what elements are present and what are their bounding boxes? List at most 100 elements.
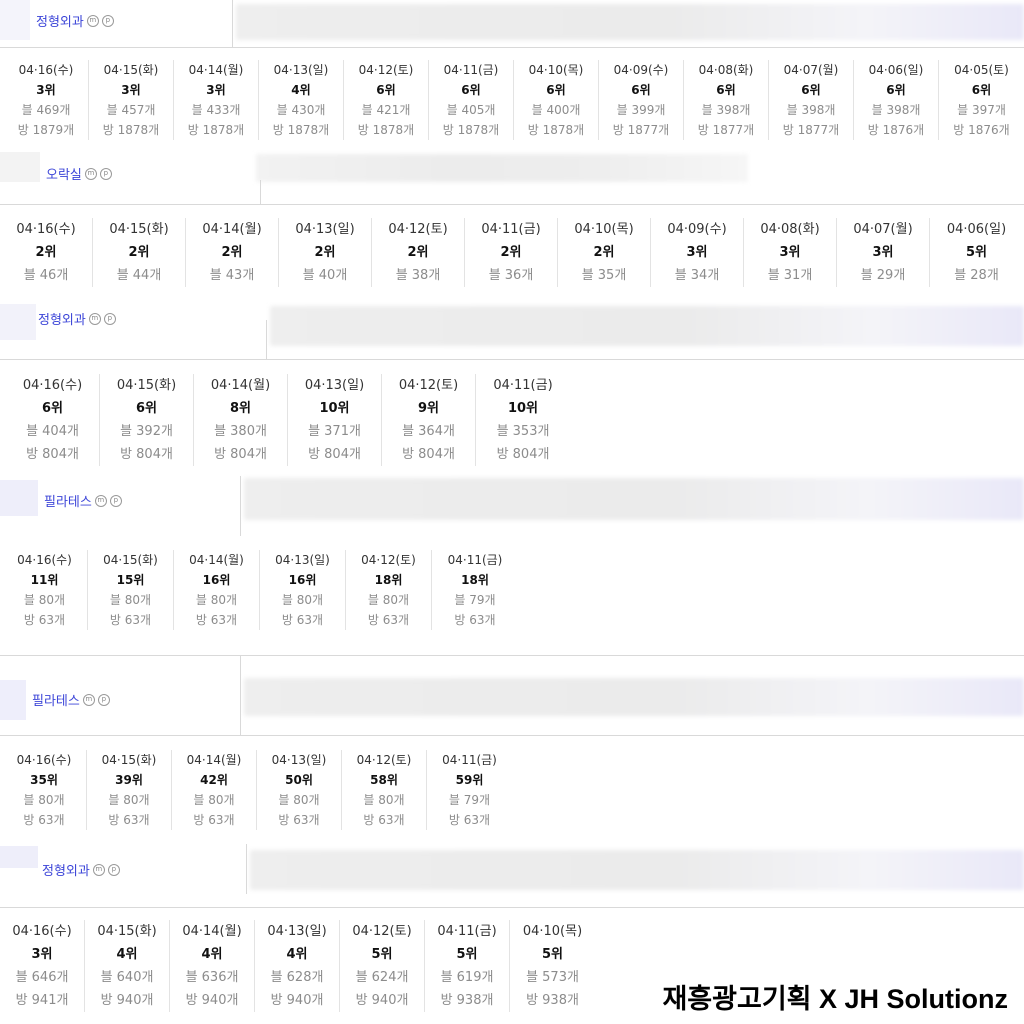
blog-count: 블 80개 xyxy=(195,593,238,607)
keyword-title[interactable]: 오락실 m p xyxy=(46,164,112,183)
rank-value: 6위 xyxy=(886,83,906,97)
keyword-label[interactable]: 오락실 xyxy=(46,164,82,183)
keyword-title[interactable]: 필라테스 m p xyxy=(32,690,110,709)
blog-count: 블 573개 xyxy=(526,970,579,985)
date-label: 04·12(토) xyxy=(361,553,416,567)
blog-count: 블 392개 xyxy=(120,424,173,439)
rank-value: 2위 xyxy=(221,245,243,260)
keyword-title[interactable]: 정형외과 m p xyxy=(42,860,120,879)
rank-history-cell: 04·12(토) 9위 블 364개 방 804개 xyxy=(382,374,476,466)
place-count: 방 1879개 xyxy=(17,123,75,137)
keyword-title[interactable]: 필라테스 m p xyxy=(44,491,122,510)
rank-history-row: 04·16(수) 11위 블 80개 방 63개 04·15(화) 15위 블 80개 방 6… xyxy=(2,550,518,630)
rank-value: 18위 xyxy=(461,573,489,587)
blog-count: 블 399개 xyxy=(616,103,666,117)
place-count: 방 63개 xyxy=(23,613,66,627)
place-count: 방 938개 xyxy=(440,993,494,1008)
mobile-badge-icon: m xyxy=(92,863,105,876)
redacted-region xyxy=(236,4,1024,40)
keyword-label[interactable]: 정형외과 xyxy=(36,11,84,30)
blog-count: 블 398개 xyxy=(786,103,836,117)
rank-value: 39위 xyxy=(115,773,143,787)
keyword-title[interactable]: 정형외과 m p xyxy=(36,11,114,30)
blog-count: 블 457개 xyxy=(106,103,156,117)
date-label: 04·10(목) xyxy=(522,924,583,939)
rank-history-cell: 04·13(일) 2위 블 40개 xyxy=(279,218,372,287)
date-label: 04·06(일) xyxy=(868,63,924,77)
rank-value: 6위 xyxy=(716,83,736,97)
rank-history-cell: 04·12(토) 18위 블 80개 방 63개 xyxy=(346,550,432,630)
date-label: 04·15(화) xyxy=(103,553,158,567)
blog-count: 블 80개 xyxy=(23,793,65,807)
place-count: 방 804개 xyxy=(26,447,79,462)
section-header: 필라테스 m p xyxy=(0,476,1024,536)
blog-count: 블 371개 xyxy=(308,424,361,439)
keyword-label[interactable]: 필라테스 xyxy=(44,491,92,510)
date-label: 04·13(일) xyxy=(295,222,355,237)
place-count: 방 63개 xyxy=(278,813,320,827)
place-count: 방 63개 xyxy=(367,613,410,627)
rank-history-cell: 04·11(금) 59위 블 79개 방 63개 xyxy=(427,750,512,830)
date-label: 04·14(월) xyxy=(186,753,242,767)
rank-history-cell: 04·11(금) 18위 블 79개 방 63개 xyxy=(432,550,518,630)
place-count: 방 940개 xyxy=(355,993,409,1008)
footer-caption: 재흥광고기획 X JH Solutionz xyxy=(662,984,1008,1014)
date-label: 04·07(월) xyxy=(783,63,839,77)
keyword-title[interactable]: 정형외과 m p xyxy=(38,309,116,328)
blog-count: 블 624개 xyxy=(355,970,409,985)
rank-history-cell: 04·09(수) 6위 블 399개 방 1877개 xyxy=(599,60,684,140)
rank-history-row: 04·16(수) 6위 블 404개 방 804개 04·15(화) 6위 블 392개 방 … xyxy=(6,374,570,466)
blog-count: 블 80개 xyxy=(367,593,410,607)
rank-history-cell: 04·15(화) 15위 블 80개 방 63개 xyxy=(88,550,174,630)
rank-history-cell: 04·12(토) 6위 블 421개 방 1878개 xyxy=(344,60,429,140)
date-label: 04·15(화) xyxy=(109,222,169,237)
date-label: 04·05(토) xyxy=(954,63,1009,77)
rank-value: 6위 xyxy=(546,83,566,97)
rank-history-row: 04·16(수) 35위 블 80개 방 63개 04·15(화) 39위 블 80개 방 6… xyxy=(2,750,512,830)
rank-history-cell: 04·06(일) 6위 블 398개 방 1876개 xyxy=(854,60,939,140)
place-count: 방 1878개 xyxy=(272,123,330,137)
date-label: 04·13(일) xyxy=(273,63,329,77)
rank-value: 6위 xyxy=(135,401,157,416)
rank-history-cell: 04·13(일) 50위 블 80개 방 63개 xyxy=(257,750,342,830)
rank-history-cell: 04·12(토) 2위 블 38개 xyxy=(372,218,465,287)
rank-history-cell: 04·14(월) 4위 블 636개 방 940개 xyxy=(170,920,255,1012)
rank-history-cell: 04·13(일) 16위 블 80개 방 63개 xyxy=(260,550,346,630)
blog-count: 블 433개 xyxy=(191,103,241,117)
rank-value: 4위 xyxy=(201,947,223,962)
pc-badge-icon: p xyxy=(109,494,122,507)
rank-history-cell: 04·13(일) 4위 블 430개 방 1878개 xyxy=(259,60,344,140)
blog-count: 블 364개 xyxy=(402,424,455,439)
rank-value: 6위 xyxy=(41,401,63,416)
keyword-label[interactable]: 정형외과 xyxy=(38,309,86,328)
date-label: 04·12(토) xyxy=(352,924,412,939)
rank-history-cell: 04·10(목) 5위 블 573개 방 938개 xyxy=(510,920,595,1012)
blog-count: 블 80개 xyxy=(363,793,405,807)
rank-history-cell: 04·16(수) 3위 블 646개 방 941개 xyxy=(0,920,85,1012)
pc-badge-icon: p xyxy=(103,312,116,325)
rank-history-cell: 04·13(일) 10위 블 371개 방 804개 xyxy=(288,374,382,466)
rank-value: 3위 xyxy=(36,83,56,97)
blog-count: 블 38개 xyxy=(395,268,441,283)
rank-history-cell: 04·11(금) 2위 블 36개 xyxy=(465,218,558,287)
date-label: 04·12(토) xyxy=(356,753,412,767)
blog-count: 블 40개 xyxy=(302,268,348,283)
place-count: 방 804개 xyxy=(308,447,361,462)
place-count: 방 63개 xyxy=(363,813,405,827)
place-count: 방 804개 xyxy=(120,447,173,462)
place-count: 방 63개 xyxy=(448,813,491,827)
date-label: 04·16(수) xyxy=(16,753,72,767)
keyword-label[interactable]: 필라테스 xyxy=(32,690,80,709)
keyword-label[interactable]: 정형외과 xyxy=(42,860,90,879)
blog-count: 블 36개 xyxy=(488,268,534,283)
rank-history-cell: 04·15(화) 4위 블 640개 방 940개 xyxy=(85,920,170,1012)
date-label: 04·11(금) xyxy=(447,553,503,567)
blog-count: 블 28개 xyxy=(954,268,999,283)
rank-history-cell: 04·12(토) 58위 블 80개 방 63개 xyxy=(342,750,427,830)
rank-history-cell: 04·11(금) 5위 블 619개 방 938개 xyxy=(425,920,510,1012)
place-count: 방 1877개 xyxy=(782,123,840,137)
rank-value: 3위 xyxy=(121,83,141,97)
rank-value: 6위 xyxy=(801,83,821,97)
rank-value: 59위 xyxy=(455,773,484,787)
rank-value: 16위 xyxy=(202,573,231,587)
